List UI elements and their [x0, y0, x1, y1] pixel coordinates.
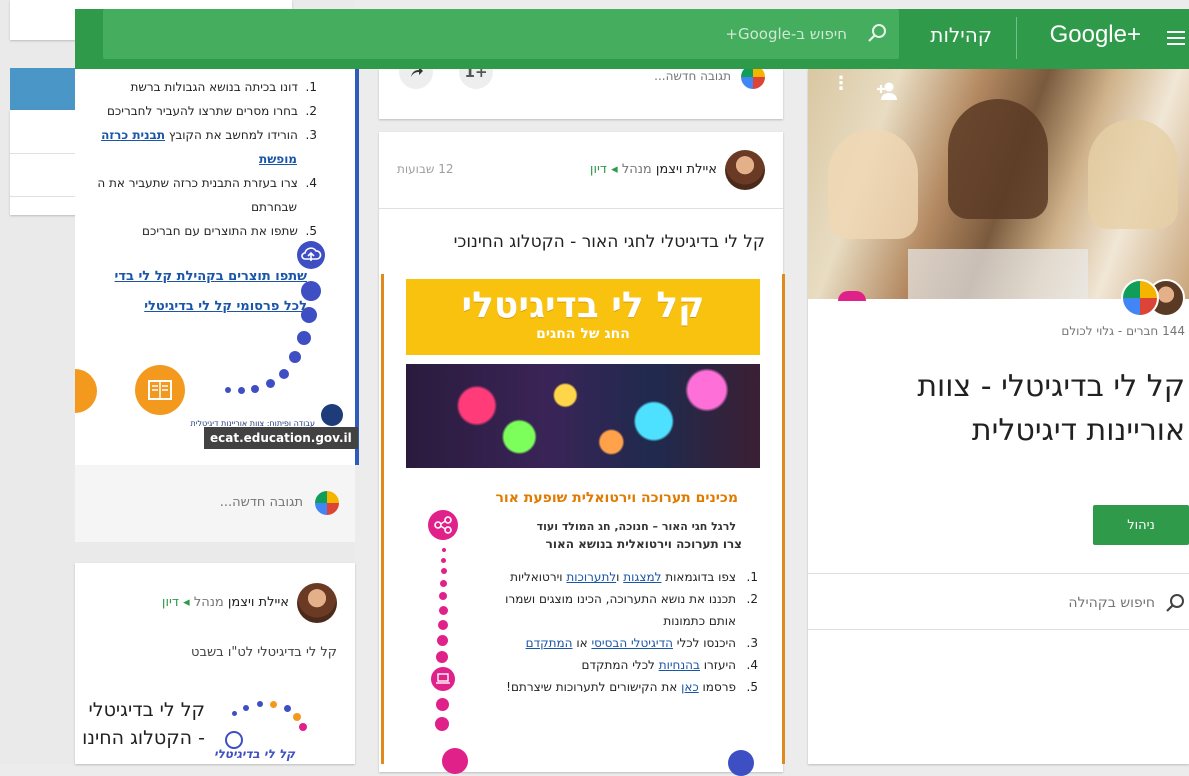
poster-heading: מכינים תערוכה וירטואלית שופעת אור	[495, 490, 738, 506]
poster-step-5: 5.פרסמו כאן את הקישורים לתערוכות שיצרתם!	[506, 680, 758, 694]
poster-step-3: 3.היכנסו לכלי הדיגיטלי הבסיסי או המתקדם	[525, 636, 758, 650]
poster-intro-2: צרו תערוכה וירטואלית בנושא האור	[545, 537, 742, 551]
poster-step-4: 4.היעזרו בהנחיות לכלי המתקדם	[581, 658, 758, 672]
url-tag: ecat.education.gov.il	[204, 427, 358, 449]
poster-step-1: 1.צפו בדוגמאות למצגות ולתערוכות וירטואלי…	[510, 570, 758, 584]
category-arrow-icon: ◂	[611, 162, 618, 177]
category-arrow-icon: ◂	[183, 595, 190, 610]
author-avatar[interactable]	[725, 150, 765, 190]
poster-banner-title: קל לי בדיגיטלי	[461, 285, 705, 326]
poster-steps-list: 1.צפו בדוגמאות למצגות ולתערוכות וירטואלי…	[458, 566, 758, 698]
global-search-input[interactable]: חיפוש ב-Google+	[725, 25, 847, 43]
communities-link[interactable]: קהילות	[930, 23, 992, 47]
community-search-input[interactable]: חיפוש בקהילה	[1068, 595, 1155, 611]
poster-banner: קל לי בדיגיטלי החג של החגים	[406, 279, 760, 355]
poster-banner-subtitle: החג של החגים	[536, 326, 630, 342]
author-name[interactable]: איילת ויצמן	[228, 595, 289, 610]
community-title: קל לי בדיגיטלי - צוות אוריינות דיגיטלית	[815, 365, 1185, 453]
search-icon[interactable]	[867, 23, 887, 47]
template-link[interactable]: תבנית כרזה	[101, 128, 165, 142]
google-plus-logo[interactable]: Google+	[1050, 21, 1141, 49]
all-publications-link[interactable]: לכל פרסומי קל לי בדיגיטלי	[144, 299, 307, 314]
left-post-2: איילת ויצמן מנהל ◂ דיון קל לי בדיגיטלי ל…	[75, 563, 355, 764]
add-person-icon[interactable]	[874, 81, 900, 105]
community-cover-photo	[808, 69, 1189, 299]
left-step-1: 1. דונו בכיתה בנושא הגבולות ברשת	[130, 80, 317, 94]
post2-text: קל לי בדיגיטלי לט"ו בשבט	[191, 645, 337, 660]
post-title: קל לי בדיגיטלי לחגי האור - הקטלוג החינוכ…	[453, 232, 765, 252]
mini-reply-input[interactable]: תגובה חדשה...	[654, 69, 731, 83]
community-members[interactable]: 144 חברים - גלוי לכולם	[1061, 324, 1185, 338]
left-steps-list: 1. דונו בכיתה בנושא הגבולות ברשת 2. בחרו…	[57, 75, 317, 243]
top-app-bar: Google+ קהילות חיפוש ב-Google+	[75, 9, 1189, 69]
author-avatar	[297, 583, 337, 623]
author-name[interactable]: איילת ויצמן	[656, 162, 717, 177]
left-step-2: 2. בחרו מסרים שתרצו להעביר לחבריכם	[106, 104, 317, 118]
left-step-4: 4. צרו בעזרת התבנית כרזה שתעביר את ה	[97, 176, 317, 190]
more-options-icon[interactable]: ⋮	[832, 75, 850, 93]
brain-logo-icon	[321, 404, 343, 426]
search-icon	[1165, 593, 1185, 617]
poster-step-2: 2.תכננו את נושא התערוכה, הכינו מוצגים וש…	[505, 592, 758, 606]
instructions-link[interactable]: בהנחיות	[659, 658, 700, 672]
pink-badge	[838, 291, 866, 301]
post2-title-1: קל לי בדיגיטלי	[88, 699, 205, 721]
member-avatar-2[interactable]	[1121, 279, 1159, 317]
book-icon	[135, 365, 185, 415]
orange-shape	[75, 369, 97, 413]
poster-step-2-cont: אותם כתמונות	[663, 614, 736, 628]
left-post-card: 1. דונו בכיתה בנושא הגבולות ברשת 2. בחרו…	[75, 69, 359, 465]
left-step-4-cont: שבחרתם	[251, 200, 297, 214]
manage-button[interactable]: ניהול	[1093, 505, 1189, 545]
mini-reply-bar: תגובה חדשה... +1	[379, 55, 783, 119]
advanced-tool-link[interactable]: המתקדם	[526, 636, 573, 650]
post-time[interactable]: 12 שבועות	[397, 162, 453, 176]
user-avatar	[315, 491, 339, 515]
cloud-upload-icon	[297, 241, 325, 269]
template-link-2[interactable]: מופשת	[259, 152, 297, 166]
author-role: מנהל	[193, 595, 224, 610]
category-link[interactable]: דיון	[162, 595, 179, 610]
post-meta: איילת ויצמן מנהל ◂ דיון	[590, 162, 717, 177]
laptop-icon	[431, 667, 455, 691]
share-products-link[interactable]: שתפו תוצרים בקהילת קל לי בדי	[115, 269, 307, 284]
global-search-box[interactable]: חיפוש ב-Google+	[103, 9, 899, 59]
author-role: מנהל	[621, 162, 652, 177]
topbar-divider	[1016, 17, 1017, 59]
community-title-line-2: אוריינות דיגיטלית	[971, 413, 1185, 448]
community-title-line-1: קל לי בדיגיטלי - צוות	[917, 369, 1185, 404]
presentations-link[interactable]: למצגות	[623, 570, 661, 584]
logo-text: קל לי בדיגיטלי	[214, 747, 295, 761]
basic-tool-link[interactable]: הדיגיטלי הבסיסי	[591, 636, 673, 650]
poster-intro-1: לרגל חגי האור – חנוכה, חג המולד ועוד	[536, 520, 736, 533]
post2-title-2: - הקטלוג החינו	[82, 727, 205, 749]
category-link[interactable]: דיון	[590, 162, 607, 177]
exhibitions-link[interactable]: לתערוכות	[566, 570, 616, 584]
post-poster-image[interactable]: קל לי בדיגיטלי החג של החגים מכינים תערוכ…	[381, 274, 785, 776]
left-step-3: 3. הורידו למחשב את הקובץ תבנית כרזה	[101, 128, 317, 142]
here-link[interactable]: כאן	[681, 680, 699, 694]
hamburger-menu-icon[interactable]	[1167, 31, 1185, 45]
left-reply-row: תגובה חדשה...	[75, 465, 355, 542]
left-step-5: 5. שתפו את התוצרים עם חבריכם	[142, 224, 317, 238]
community-card: ⋮ 144 חברים - גלוי לכולם קל לי בדיגיטלי …	[808, 69, 1189, 764]
left-reply-input[interactable]: תגובה חדשה...	[220, 495, 303, 510]
share-nodes-icon	[428, 510, 458, 540]
post2-meta: איילת ויצמן מנהל ◂ דיון	[162, 595, 289, 610]
poster-bokeh-photo	[406, 364, 760, 468]
